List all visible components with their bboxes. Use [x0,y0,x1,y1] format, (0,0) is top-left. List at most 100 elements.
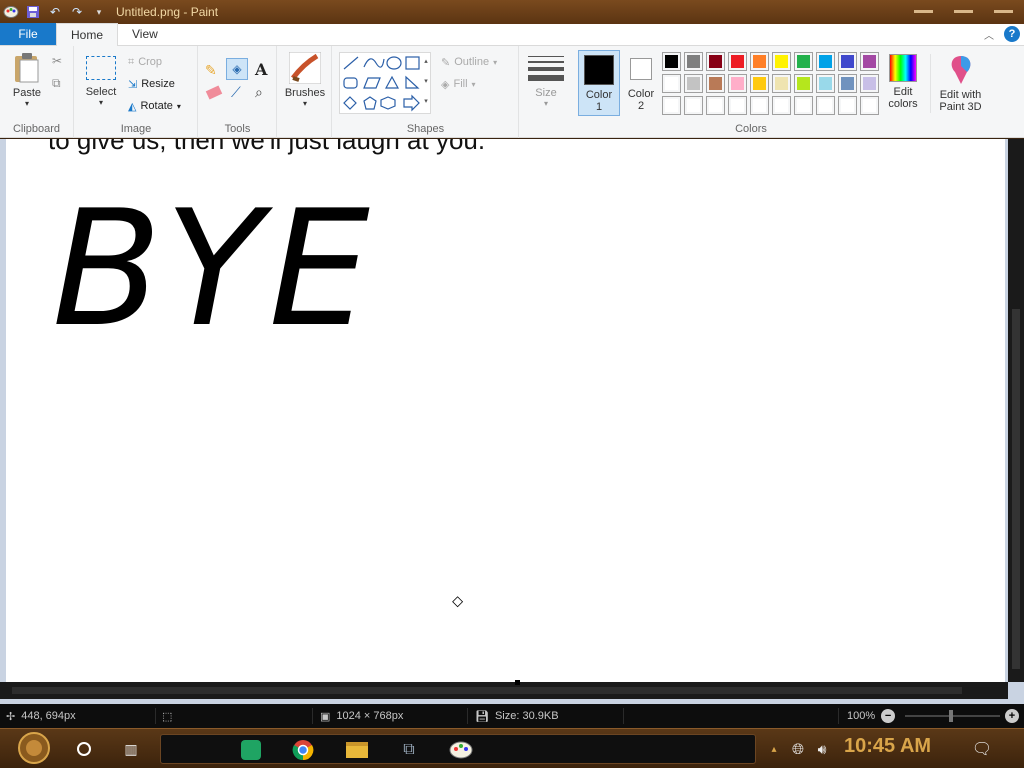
minimize-button[interactable]: ▬▬ [906,3,940,19]
window-controls: ▬▬ ▬▬ ▬▬ [906,3,1020,19]
selection-size-icon: ⬚ [162,710,173,723]
close-button[interactable]: ▬▬ [986,3,1020,19]
clipboard-group: Paste ▾ ✂ ⧉ Clipboard [0,46,74,138]
chrome-app-icon[interactable] [289,736,317,764]
taskbar: ▥ ⧉ ▴ 🌐︎ 🔊︎ 10:45 AM 🗨︎ [0,728,1024,768]
shapes-group: ▴ ▾ ▾ ✎ Outline ▾ ◈ Fill ▾ Shapes [333,46,519,138]
volume-icon[interactable]: 🔊︎ [808,735,836,763]
crop-icon: ⌗ [128,55,135,68]
color-picker-icon[interactable]: ⟋ [231,84,241,101]
brushes-button[interactable]: Brushes ▾ [284,51,326,108]
horizontal-scroll-thumb[interactable] [12,687,962,694]
fill-bucket-icon[interactable]: ◈ [226,58,248,80]
fill-cursor-icon: ⬦ [452,593,464,610]
shapes-scroll[interactable]: ▴ ▾ ▾ [421,52,431,114]
pencil-icon[interactable]: ✎ [205,62,217,79]
title-bar: ↶ ↷ ▾ Untitled.png - Paint ▬▬ ▬▬ ▬▬ [0,0,1024,24]
redo-icon[interactable]: ↷ [68,3,86,21]
save-icon[interactable] [24,3,42,21]
select-icon [86,56,116,80]
tools-group-label: Tools [224,123,251,135]
magnifier-icon[interactable]: ⌕ [255,84,263,101]
clock[interactable]: 10:45 AM [844,735,931,758]
edit-with-paint3d-button[interactable]: Edit with Paint 3D [930,54,990,113]
fill-button[interactable]: ◈ Fill ▾ [441,74,476,94]
image-group-label: Image [120,123,152,135]
task-view-icon[interactable]: ▥ [117,735,145,763]
resize-button[interactable]: ⇲ Resize [128,74,175,94]
palette-swatch[interactable] [860,52,879,71]
crop-button[interactable]: ⌗ Crop [128,52,162,72]
image-group: Select ▾ ⌗ Crop ⇲ Resize ◭ Rotate ▾ Image [75,46,198,138]
window-switcher-icon[interactable]: ⧉ [395,736,423,764]
brushes-group: Brushes ▾ [278,46,332,138]
drawing-canvas[interactable]: to give us, then we'll just laugh at you… [6,139,1005,682]
help-button[interactable]: ? [1004,26,1020,42]
shapes-gallery[interactable] [339,52,431,114]
search-icon[interactable] [70,735,98,763]
status-bar: ✢ 448, 694px ⬚ ▣ 1024 × 768px 💾︎ Size: 3… [0,704,1024,728]
zoom-out-button[interactable]: − [881,709,896,723]
color1-button[interactable]: Color 1 [578,50,620,116]
colors-group-label: Colors [735,123,767,135]
text-icon[interactable]: A [255,60,267,79]
zoom-in-button[interactable]: + [1005,709,1019,723]
select-dropdown-icon[interactable]: ▾ [83,98,119,107]
tab-view[interactable]: View [118,23,172,45]
cursor-position-icon: ✢ [6,710,16,723]
taskbar-apps: ⧉ [160,734,756,764]
undo-icon[interactable]: ↶ [46,3,64,21]
cursor-position: 448, 694px [21,710,76,722]
paint3d-icon [951,56,970,84]
collapse-ribbon-icon[interactable]: ︿ [984,27,994,42]
zoom-slider[interactable] [905,710,1000,722]
paste-icon [15,53,39,83]
maximize-button[interactable]: ▬▬ [946,3,980,19]
paint-taskbar-icon[interactable] [447,736,475,764]
outline-button[interactable]: ✎ Outline ▾ [441,52,497,72]
shapes-group-label: Shapes [406,123,445,135]
palette-swatch[interactable] [860,74,879,93]
file-size-icon: 💾︎ [475,710,489,723]
paste-button[interactable]: Paste ▾ [8,52,46,108]
zoom-slider-thumb[interactable] [949,710,953,722]
customize-qat-icon[interactable]: ▾ [90,3,108,21]
image-size-icon: ▣ [320,710,331,723]
edit-colors-button[interactable]: Edit colors [884,54,922,110]
color2-button[interactable]: Color 2 [623,50,659,116]
vertical-scrollbar[interactable] [1008,139,1024,682]
shapes-gallery-icons [343,56,420,112]
file-size: Size: 30.9KB [494,710,559,722]
select-button[interactable]: Select ▾ [83,56,119,107]
start-button[interactable] [14,731,54,765]
rotate-button[interactable]: ◭ Rotate ▾ [128,96,181,116]
ribbon-tabs: File Home View ︿ ? [0,23,1024,46]
size-button[interactable]: Size ▾ [524,54,568,108]
resize-icon: ⇲ [128,78,138,91]
tab-file[interactable]: File [0,23,56,45]
tab-home[interactable]: Home [56,23,119,46]
horizontal-scrollbar[interactable] [0,682,1008,699]
file-explorer-icon[interactable] [343,736,371,764]
canvas-resize-handle[interactable] [515,680,520,685]
image-dimensions: 1024 × 768px [336,710,404,722]
clipboard-group-label: Clipboard [12,123,61,135]
zoom-level: 100% [847,710,876,722]
quick-access-toolbar: ↶ ↷ ▾ [0,3,108,21]
palette-swatch[interactable] [860,96,879,115]
edit-colors-icon [889,54,917,82]
rotate-icon: ◭ [128,100,137,113]
brush-icon [288,51,322,85]
canvas-cropped-text: to give us, then we'll just laugh at you… [48,139,486,155]
paint-app-icon[interactable] [2,3,20,21]
copy-icon[interactable]: ⧉ [52,76,61,91]
cut-icon[interactable]: ✂ [52,54,62,68]
vertical-scroll-thumb[interactable] [1012,309,1020,669]
canvas-bye-text: BYE [52,175,376,362]
sheets-app-icon[interactable] [237,736,265,764]
notifications-icon[interactable]: 🗨︎ [968,735,996,763]
color2-swatch [630,58,652,80]
paste-dropdown-icon[interactable]: ▾ [8,99,46,108]
eraser-icon[interactable] [205,85,223,100]
window-title: Untitled.png - Paint [116,5,219,19]
